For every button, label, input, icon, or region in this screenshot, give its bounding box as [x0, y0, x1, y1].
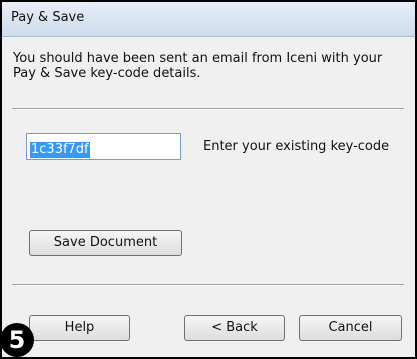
window-title: Pay & Save — [11, 10, 85, 25]
step-number-badge: 5 — [0, 323, 34, 357]
keycode-value-selected: 1c33f7df — [30, 142, 90, 158]
separator-top — [12, 108, 404, 110]
keycode-label: Enter your existing key-code — [203, 139, 390, 154]
keycode-input[interactable]: 1c33f7df — [26, 133, 181, 160]
cancel-button[interactable]: Cancel — [299, 315, 402, 341]
help-button[interactable]: Help — [29, 315, 130, 341]
instruction-message: You should have been sent an email from … — [13, 51, 383, 81]
title-bar[interactable]: Pay & Save — [2, 2, 415, 37]
separator-bottom — [12, 284, 404, 286]
back-button[interactable]: < Back — [184, 315, 285, 341]
pay-and-save-dialog: Pay & Save You should have been sent an … — [0, 0, 417, 359]
save-document-button[interactable]: Save Document — [29, 230, 182, 256]
